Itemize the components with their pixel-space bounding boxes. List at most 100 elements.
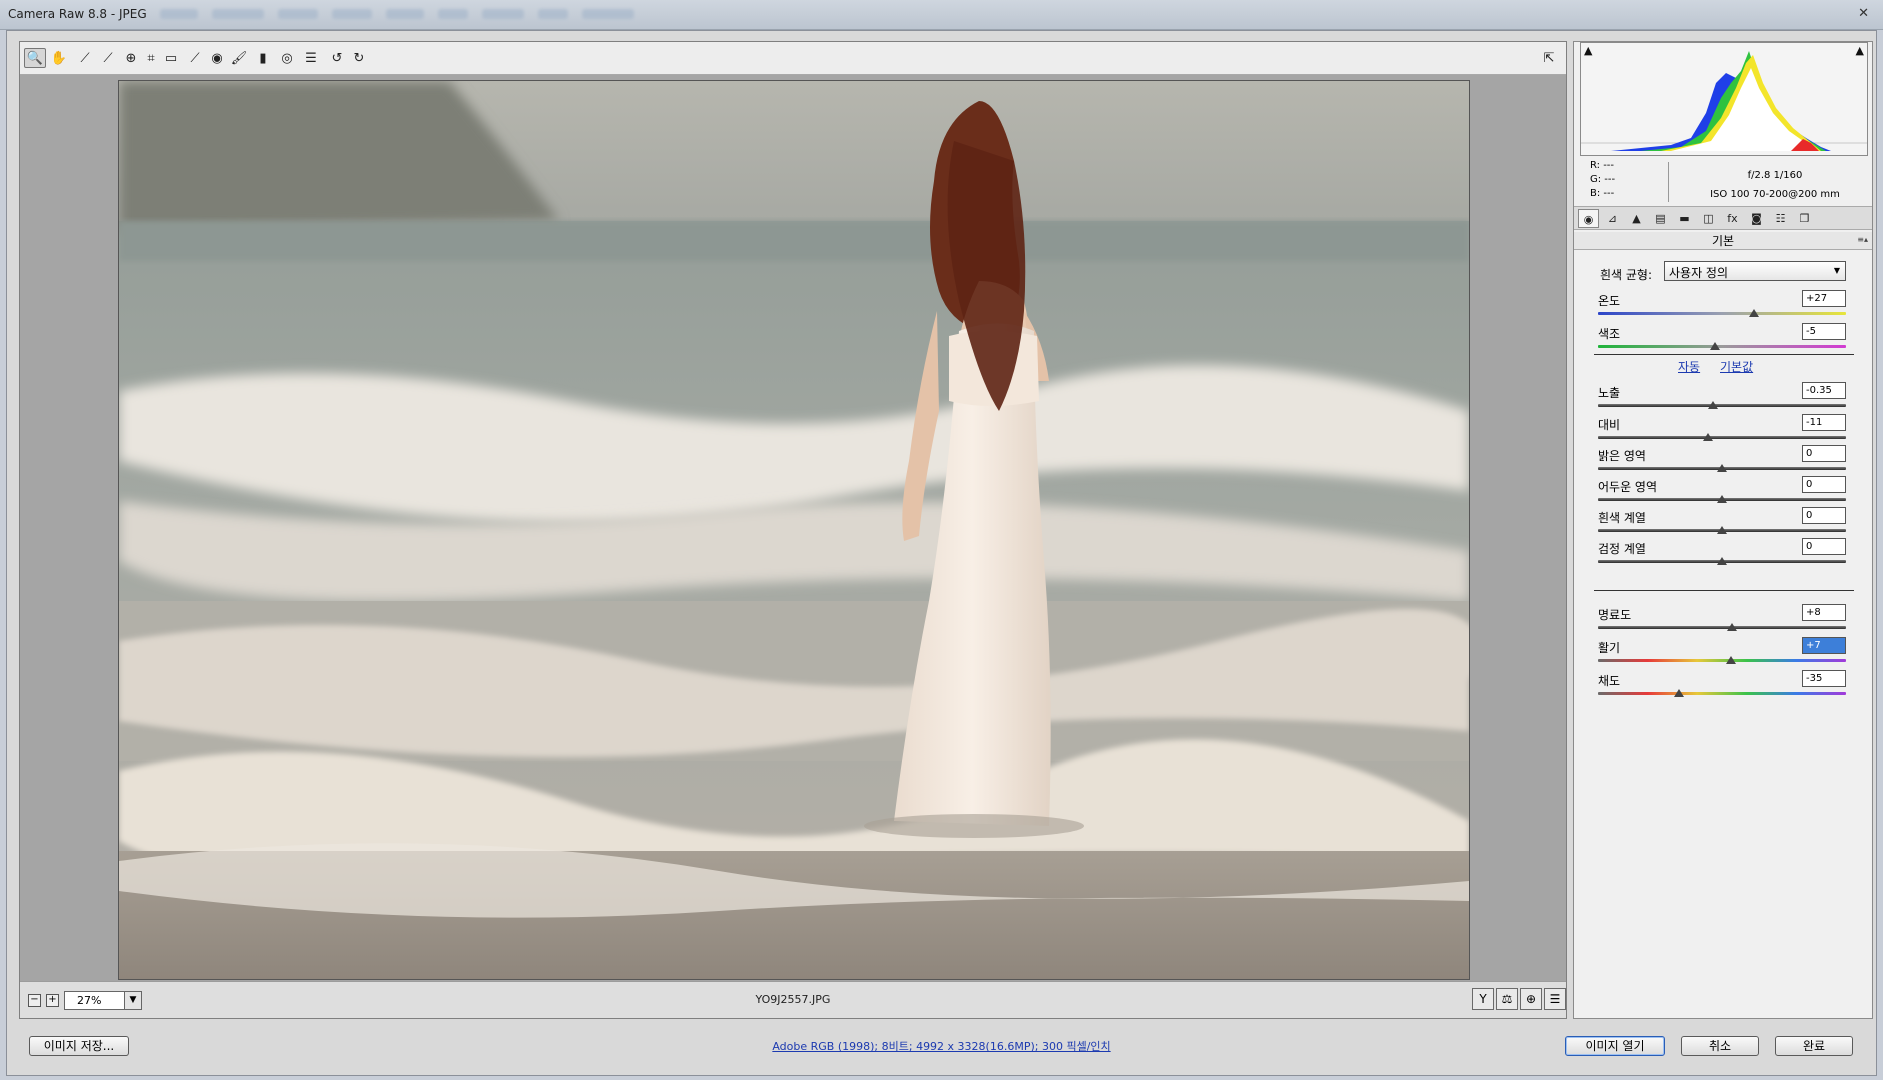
clarity-slider-track[interactable] (1598, 626, 1846, 629)
whites-slider-thumb[interactable] (1717, 526, 1727, 534)
exposure-slider-thumb[interactable] (1708, 401, 1719, 409)
hand-tool-icon[interactable]: ✋ (48, 48, 70, 68)
before-after-toggle-icon[interactable]: Y (1472, 988, 1494, 1010)
rgb-readout: R: --- G: --- B: --- f/2.8 1/160 ISO 100… (1580, 158, 1868, 204)
fullscreen-toggle-icon[interactable]: ⇱ (1538, 48, 1560, 68)
preferences-icon[interactable]: ☰ (300, 48, 322, 68)
contrast-value-field[interactable]: -11 (1802, 414, 1846, 431)
swap-settings-icon[interactable]: ⚖ (1496, 988, 1518, 1010)
highlights-label: 밝은 영역 (1598, 449, 1646, 463)
saturation-label: 채도 (1598, 674, 1621, 688)
exposure-slider-row: 노출 -0.35 (1596, 382, 1846, 414)
blacks-value-field[interactable]: 0 (1802, 538, 1846, 555)
saturation-slider-thumb[interactable] (1673, 689, 1684, 697)
panel-menu-icon[interactable]: ≡▴ (1857, 235, 1868, 244)
copy-settings-icon[interactable]: ⊕ (1520, 988, 1542, 1010)
graduated-filter-icon[interactable]: ▮ (252, 48, 274, 68)
open-image-button[interactable]: 이미지 열기 (1565, 1036, 1665, 1056)
blacks-label: 검정 계열 (1598, 542, 1646, 556)
adjustments-panel: ▲ ▲ R: --- G: --- B: --- f/2.8 1/160 ISO… (1573, 41, 1873, 1019)
tint-label: 색조 (1598, 327, 1621, 341)
camera-info: f/2.8 1/160 ISO 100 70-200@200 mm (1682, 166, 1868, 204)
temperature-slider-track[interactable] (1598, 312, 1846, 315)
whites-value-field[interactable]: 0 (1802, 507, 1846, 524)
exposure-value-field[interactable]: -0.35 (1802, 382, 1846, 399)
camera-raw-window: 🔍 ✋ ⟋ ⟋ ⊕ ⌗ ▭ ⟋ ◉ 🖌 ▮ ◎ ☰ ↺ ↻ ⇱ − + 27% … (6, 30, 1877, 1076)
basic-panel-title: 기본 (1711, 234, 1735, 248)
auto-link[interactable]: 자동 (1678, 358, 1700, 375)
detail-tab-icon[interactable]: ▲ (1626, 209, 1647, 228)
saturation-value-field[interactable]: -35 (1802, 670, 1846, 687)
straighten-tool-icon[interactable]: ▭ (160, 48, 182, 68)
panel-tabs: ◉ ⊿ ▲ ▤ ▬ ◫ fx ◙ ☷ ❐ (1574, 206, 1872, 230)
radial-filter-icon[interactable]: ◎ (276, 48, 298, 68)
vibrance-value-field[interactable]: +7 (1802, 637, 1846, 654)
default-link[interactable]: 기본값 (1720, 358, 1753, 375)
chevron-down-icon[interactable]: ▼ (1834, 266, 1840, 275)
lens-corrections-tab-icon[interactable]: ◫ (1698, 209, 1719, 228)
white-balance-label: 흰색 균형: (1600, 268, 1653, 282)
snapshots-tab-icon[interactable]: ❐ (1794, 209, 1815, 228)
contrast-slider-row: 대비 -11 (1596, 414, 1846, 446)
spot-removal-tool-icon[interactable]: ⟋ (184, 48, 206, 68)
temperature-slider-thumb[interactable] (1749, 309, 1760, 317)
tint-value-field[interactable]: -5 (1802, 323, 1846, 340)
whites-slider-row: 흰색 계열 0 (1596, 507, 1846, 539)
title-bar: Camera Raw 8.8 - JPEG ✕ (0, 0, 1883, 30)
green-value: G: --- (1590, 174, 1616, 185)
shadows-slider-row: 어두운 영역 0 (1596, 476, 1846, 508)
highlights-slider-row: 밝은 영역 0 (1596, 445, 1846, 477)
image-canvas[interactable] (20, 75, 1566, 982)
rotate-left-icon[interactable]: ↺ (326, 48, 348, 68)
histogram-graph (1581, 51, 1867, 151)
basic-tab-icon[interactable]: ◉ (1578, 209, 1599, 228)
beach-photo (119, 81, 1469, 979)
vibrance-slider-thumb[interactable] (1725, 656, 1736, 664)
white-balance-tool-icon[interactable]: ⟋ (74, 48, 96, 68)
presets-tab-icon[interactable]: ☷ (1770, 209, 1791, 228)
photo-preview[interactable] (118, 80, 1470, 980)
crop-tool-icon[interactable]: ⌗ (140, 48, 162, 68)
highlights-slider-thumb[interactable] (1717, 464, 1727, 472)
exposure-slider-track[interactable] (1598, 404, 1846, 407)
zoom-tool-icon[interactable]: 🔍 (24, 48, 46, 68)
hsl-tab-icon[interactable]: ▤ (1650, 209, 1671, 228)
adjustment-brush-icon[interactable]: 🖌 (228, 48, 250, 68)
vibrance-slider-track[interactable] (1598, 659, 1846, 662)
highlights-value-field[interactable]: 0 (1802, 445, 1846, 462)
clarity-slider-thumb[interactable] (1726, 623, 1737, 631)
contrast-label: 대비 (1598, 418, 1621, 432)
temperature-label: 온도 (1598, 294, 1621, 308)
red-eye-removal-tool-icon[interactable]: ◉ (206, 48, 228, 68)
contrast-slider-thumb[interactable] (1703, 433, 1714, 441)
tint-slider-thumb[interactable] (1709, 342, 1720, 350)
temperature-value-field[interactable]: +27 (1802, 290, 1846, 307)
whites-label: 흰색 계열 (1598, 511, 1646, 525)
saturation-slider-track[interactable] (1598, 692, 1846, 695)
color-sampler-tool-icon[interactable]: ⟋ (97, 48, 119, 68)
blue-value: B: --- (1590, 188, 1615, 199)
camera-calibration-tab-icon[interactable]: ◙ (1746, 209, 1767, 228)
preview-area: 🔍 ✋ ⟋ ⟋ ⊕ ⌗ ▭ ⟋ ◉ 🖌 ▮ ◎ ☰ ↺ ↻ ⇱ − + 27% … (19, 41, 1567, 1019)
status-bar: − + 27% ▼ YO9J2557.JPG Y ⚖ ⊕ ☰ (20, 981, 1566, 1018)
rotate-right-icon[interactable]: ↻ (348, 48, 370, 68)
vibrance-slider-row: 활기 +7 (1596, 637, 1846, 669)
red-value: R: --- (1590, 160, 1615, 171)
shadows-slider-thumb[interactable] (1717, 495, 1727, 503)
shadows-value-field[interactable]: 0 (1802, 476, 1846, 493)
tone-curve-tab-icon[interactable]: ⊿ (1602, 209, 1623, 228)
cancel-button[interactable]: 취소 (1681, 1036, 1759, 1056)
blacks-slider-thumb[interactable] (1717, 557, 1727, 565)
targeted-adjustment-tool-icon[interactable]: ⊕ (120, 48, 142, 68)
temperature-slider-row: 온도 +27 (1596, 290, 1846, 322)
tint-slider-track[interactable] (1598, 345, 1846, 348)
clarity-value-field[interactable]: +8 (1802, 604, 1846, 621)
split-toning-tab-icon[interactable]: ▬ (1674, 209, 1695, 228)
effects-tab-icon[interactable]: fx (1722, 209, 1743, 228)
vibrance-label: 활기 (1598, 641, 1621, 655)
contrast-slider-track[interactable] (1598, 436, 1846, 439)
close-icon[interactable]: ✕ (1858, 6, 1869, 21)
white-balance-select[interactable]: 사용자 정의 ▼ (1664, 261, 1846, 281)
view-settings-icon[interactable]: ☰ (1544, 988, 1566, 1010)
done-button[interactable]: 완료 (1775, 1036, 1853, 1056)
